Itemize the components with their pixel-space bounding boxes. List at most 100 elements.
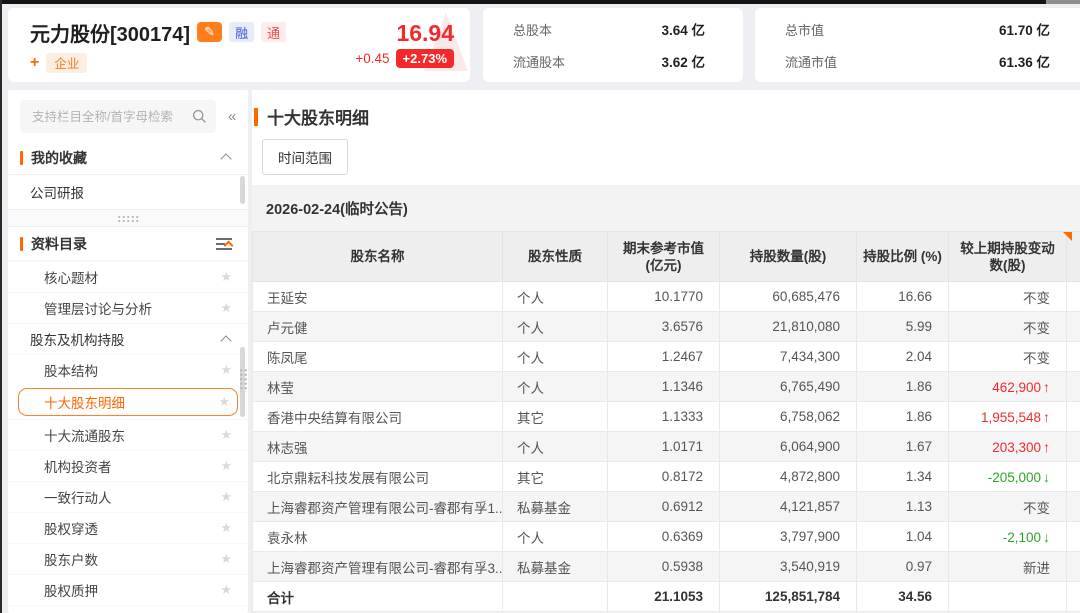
favorite-star-icon[interactable]: ★ xyxy=(220,551,232,567)
cell-shares: 3,797,900 xyxy=(720,522,857,552)
sidebar-item-label: 股权穿透 xyxy=(44,518,220,538)
cell-mv: 3.6576 xyxy=(608,312,720,342)
table-total-row[interactable]: 合计21.1053125,851,78434.56 xyxy=(253,582,1080,612)
window-top-edge-right xyxy=(1046,0,1080,4)
table-row[interactable]: 王延安个人10.177060,685,47616.66不变 xyxy=(253,282,1080,312)
catalog-section-header[interactable]: 资料目录 xyxy=(8,227,248,261)
table-row[interactable]: 北京鼎耘科技发展有限公司其它0.81724,872,8001.34-205,00… xyxy=(253,462,1080,492)
sidebar-item-3[interactable]: 股本结构★ xyxy=(8,354,248,385)
table-row[interactable]: 袁永林个人0.63693,797,9001.04-2,100↓ xyxy=(253,522,1080,552)
sidebar-item-2[interactable]: 股东及机构持股 xyxy=(8,323,248,354)
catalog-title: 资料目录 xyxy=(31,234,216,254)
time-range-button[interactable]: 时间范围 xyxy=(262,139,348,175)
sidebar-collapse-icon[interactable]: « xyxy=(224,108,240,125)
sidebar-item-label: 管理层讨论与分析 xyxy=(44,298,220,318)
sidebar-item-label: 股本结构 xyxy=(44,360,220,380)
cell-shares: 21,810,080 xyxy=(720,312,857,342)
sidebar-item-10[interactable]: 股权质押★ xyxy=(8,574,248,605)
arrow-down-icon: ↓ xyxy=(1043,469,1050,485)
plus-icon[interactable]: + xyxy=(30,55,39,71)
sidebar-item-company-research[interactable]: 公司研报 xyxy=(8,175,248,209)
cell-filler xyxy=(1067,282,1080,312)
cell-name: 袁永林 xyxy=(253,522,503,552)
cell-type: 个人 xyxy=(503,282,608,312)
favorite-star-icon[interactable]: ★ xyxy=(220,582,232,598)
column-header-0: 股东名称 xyxy=(253,232,503,282)
cell-pct: 16.66 xyxy=(857,282,949,312)
table-header-row: 股东名称股东性质期末参考市值 (亿元)持股数量(股)持股比例 (%)较上期持股变… xyxy=(253,232,1080,282)
sidebar-item-9[interactable]: 股东户数★ xyxy=(8,543,248,574)
sidebar-item-label: 股东及机构持股 xyxy=(30,329,222,349)
cell-chg xyxy=(949,582,1067,612)
arrow-up-icon: ↑ xyxy=(1043,439,1050,455)
cell-type: 个人 xyxy=(503,522,608,552)
sidebar-section-divider[interactable] xyxy=(8,209,248,227)
cell-name: 香港中央结算有限公司 xyxy=(253,402,503,432)
stock-name-code: 元力股份[300174] xyxy=(30,18,190,47)
column-header-4: 持股比例 (%) xyxy=(857,232,949,282)
column-header-2: 期末参考市值 (亿元) xyxy=(608,232,720,282)
chevron-up-icon[interactable] xyxy=(220,153,231,164)
favorite-star-icon[interactable]: ★ xyxy=(218,394,230,410)
sidebar-item-4-selected[interactable]: 十大股东明细★ xyxy=(18,388,238,416)
table-row[interactable]: 林志强个人1.01716,064,9001.67203,300↑ xyxy=(253,432,1080,462)
sidebar-item-label: 核心题材 xyxy=(44,267,220,287)
chevron-up-icon[interactable] xyxy=(220,335,231,346)
search-icon xyxy=(192,109,207,129)
cell-mv: 0.8172 xyxy=(608,462,720,492)
cell-chg: 不变 xyxy=(949,342,1067,372)
cell-type: 个人 xyxy=(503,342,608,372)
sidebar-item-5[interactable]: 十大流通股东★ xyxy=(8,419,248,450)
stock-summary-card: 元力股份[300174] ✎ 融 通 + 企业 16.94 +0.45 +2.7… xyxy=(8,8,470,82)
float-mktcap-value: 61.36 亿 xyxy=(999,51,1050,71)
table-row[interactable]: 卢元健个人3.657621,810,0805.99不变 xyxy=(253,312,1080,342)
panel-resize-handle[interactable] xyxy=(239,368,249,392)
sidebar-item-8[interactable]: 股权穿透★ xyxy=(8,512,248,543)
enterprise-badge[interactable]: 企业 xyxy=(46,53,87,73)
cell-pct: 1.86 xyxy=(857,372,949,402)
search-input[interactable] xyxy=(20,100,216,133)
cell-pct: 5.99 xyxy=(857,312,949,342)
cell-pct: 34.56 xyxy=(857,582,949,612)
sidebar-item-11[interactable]: 限售解禁★ xyxy=(8,605,248,613)
cell-filler xyxy=(1067,342,1080,372)
edit-pencil-icon[interactable]: ✎ xyxy=(197,22,222,42)
cell-chg: 不变 xyxy=(949,312,1067,342)
cell-mv: 1.1346 xyxy=(608,372,720,402)
cell-name: 合计 xyxy=(253,582,503,612)
sidebar-item-1[interactable]: 管理层讨论与分析★ xyxy=(8,292,248,323)
cell-chg: 新进 xyxy=(949,552,1067,582)
content-area: 2026-02-24(临时公告) 股东名称股东性质期末参考市值 (亿元)持股数量… xyxy=(252,185,1080,613)
total-shares-label: 总股本 xyxy=(513,20,552,39)
collapse-all-icon[interactable] xyxy=(216,238,232,250)
total-shares-row: 总股本 3.64 亿 xyxy=(513,19,705,39)
table-row[interactable]: 上海睿郡资产管理有限公司-睿郡有孚3...私募基金0.59383,540,919… xyxy=(253,552,1080,582)
favorite-star-icon[interactable]: ★ xyxy=(220,362,232,378)
favorite-star-icon[interactable]: ★ xyxy=(220,300,232,316)
sidebar-item-label: 股权质押 xyxy=(44,580,220,600)
table-row[interactable]: 上海睿郡资产管理有限公司-睿郡有孚1...私募基金0.69124,121,857… xyxy=(253,492,1080,522)
favorite-star-icon[interactable]: ★ xyxy=(220,458,232,474)
sidebar-item-7[interactable]: 一致行动人★ xyxy=(8,481,248,512)
favorite-star-icon[interactable]: ★ xyxy=(220,489,232,505)
favorite-star-icon[interactable]: ★ xyxy=(220,520,232,536)
window-top-edge xyxy=(0,0,1080,4)
sidebar-item-0[interactable]: 核心题材★ xyxy=(8,261,248,292)
stock-connect-badge[interactable]: 通 xyxy=(261,22,286,42)
cell-type: 个人 xyxy=(503,432,608,462)
table-row[interactable]: 林莹个人1.13466,765,4901.86462,900↑ xyxy=(253,372,1080,402)
table-row[interactable]: 香港中央结算有限公司其它1.13336,758,0621.861,955,548… xyxy=(253,402,1080,432)
cell-type: 其它 xyxy=(503,402,608,432)
favorites-section-header[interactable]: 我的收藏 xyxy=(8,141,248,175)
holders-table: 股东名称股东性质期末参考市值 (亿元)持股数量(股)持股比例 (%)较上期持股变… xyxy=(252,231,1080,612)
margin-trading-badge[interactable]: 融 xyxy=(229,22,254,42)
float-mktcap-label: 流通市值 xyxy=(785,52,837,71)
table-row[interactable]: 陈凤尾个人1.24677,434,3002.04不变 xyxy=(253,342,1080,372)
favorite-star-icon[interactable]: ★ xyxy=(220,269,232,285)
catalog-list: 核心题材★管理层讨论与分析★股东及机构持股股本结构★十大股东明细★十大流通股东★… xyxy=(8,261,248,613)
favorites-scrollbar[interactable] xyxy=(240,176,245,204)
sidebar-item-6[interactable]: 机构投资者★ xyxy=(8,450,248,481)
favorite-star-icon[interactable]: ★ xyxy=(220,427,232,443)
float-mktcap-row: 流通市值 61.36 亿 xyxy=(785,51,1050,71)
cell-pct: 1.13 xyxy=(857,492,949,522)
